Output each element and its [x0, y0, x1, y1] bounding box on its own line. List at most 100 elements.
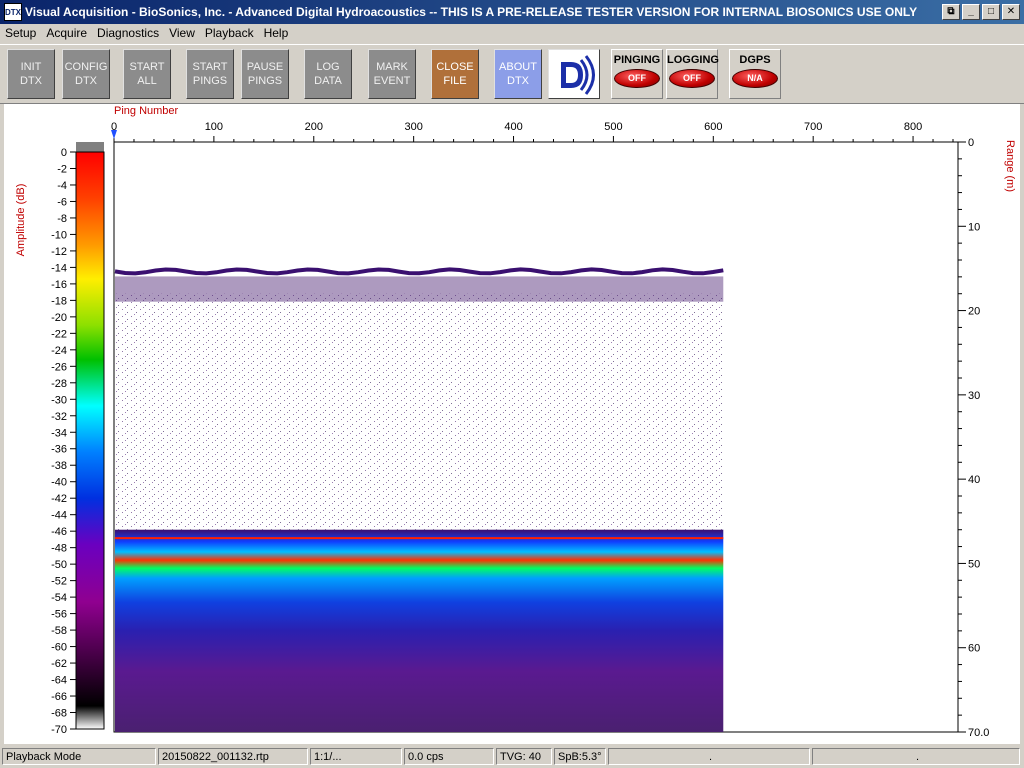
logging-indicator: OFF — [669, 69, 715, 88]
colorbar-tick-label: -68 — [51, 708, 67, 720]
echogram-panel[interactable]: Amplitude (dB) 0 -2 -4 -6 -8 -10 -12 -14 -16 -18 -… — [4, 104, 1020, 744]
colorbar-tick-label: -60 — [51, 642, 67, 654]
status-extra-2: . — [812, 748, 1020, 765]
colorbar-cap — [76, 142, 104, 152]
biosonics-logo-icon — [561, 55, 595, 95]
init-dtx-button[interactable]: INIT DTX — [7, 49, 55, 99]
colorbar-tick-label: -64 — [51, 675, 67, 687]
colorbar-tick-label: -10 — [51, 229, 67, 241]
colorbar-tick-label: -4 — [57, 180, 67, 192]
logging-label: LOGGING — [667, 54, 719, 66]
x-tick-label: 200 — [305, 121, 323, 133]
status-spb: SpB:5.3° — [554, 748, 606, 765]
colorbar-tick-label: 0 — [61, 147, 67, 159]
y-tick-label: 50 — [968, 558, 980, 570]
menu-view[interactable]: View — [164, 26, 200, 40]
colorbar-label: Amplitude (dB) — [15, 184, 27, 257]
colorbar: Amplitude (dB) 0 -2 -4 -6 -8 -10 -12 -14 -16 -18 -… — [15, 142, 105, 736]
y-tick-label: 60 — [968, 643, 980, 655]
echogram-plot[interactable] — [113, 141, 959, 733]
colorbar-tick-label: -56 — [51, 609, 67, 621]
logging-status: LOGGING OFF — [666, 49, 719, 99]
x-tick-label: 600 — [704, 121, 722, 133]
echogram-chart[interactable]: Amplitude (dB) 0 -2 -4 -6 -8 -10 -12 -14 -16 -18 -… — [4, 104, 1020, 744]
x-tick-label: 100 — [205, 121, 223, 133]
restore-icon[interactable]: ⧉ — [942, 4, 960, 20]
about-dtx-button[interactable]: ABOUT DTX — [494, 49, 542, 99]
colorbar-tick-label: -48 — [51, 543, 67, 555]
y-tick-label: 20 — [968, 306, 980, 318]
colorbar-tick-label: -20 — [51, 312, 67, 324]
colorbar-tick-label: -8 — [57, 213, 67, 225]
bottom-layer-echo — [115, 529, 724, 732]
colorbar-tick-label: -30 — [51, 394, 67, 406]
pinging-indicator: OFF — [614, 69, 660, 88]
status-bar: Playback Mode 20150822_001132.rtp 1:1/..… — [0, 746, 1024, 768]
colorbar-scale — [75, 151, 105, 730]
dgps-label: DGPS — [739, 54, 771, 66]
colorbar-tick-label: -36 — [51, 444, 67, 456]
status-file-position: 1:1/... — [310, 748, 402, 765]
close-window-button[interactable]: ✕ — [1002, 4, 1020, 20]
colorbar-tick-label: -54 — [51, 592, 67, 604]
biosonics-logo-button[interactable] — [548, 49, 600, 99]
colorbar-tick-label: -32 — [51, 411, 67, 423]
colorbar-tick-label: -38 — [51, 460, 67, 472]
x-tick-label: 300 — [404, 121, 422, 133]
ping-cursor-icon[interactable] — [111, 130, 117, 139]
app-icon: DTX — [4, 3, 22, 21]
y-tick-label: 70.0 — [968, 727, 989, 739]
menu-acquire[interactable]: Acquire — [41, 26, 92, 40]
start-all-button[interactable]: START ALL — [123, 49, 171, 99]
colorbar-tick-label: -6 — [57, 196, 67, 208]
colorbar-tick-label: -40 — [51, 477, 67, 489]
colorbar-tick-label: -16 — [51, 279, 67, 291]
dgps-status: DGPS N/A — [729, 49, 781, 99]
maximize-button[interactable]: □ — [982, 4, 1000, 20]
colorbar-tick-label: -34 — [51, 427, 67, 439]
colorbar-tick-label: -12 — [51, 246, 67, 258]
status-cps: 0.0 cps — [404, 748, 494, 765]
y-tick-label: 10 — [968, 221, 980, 233]
colorbar-tick-label: -58 — [51, 625, 67, 637]
status-extra-1: . — [608, 748, 810, 765]
menu-playback[interactable]: Playback — [200, 26, 259, 40]
menu-setup[interactable]: Setup — [0, 26, 41, 40]
window-controls: ⧉ _ □ ✕ — [942, 4, 1020, 20]
colorbar-tick-label: -66 — [51, 691, 67, 703]
colorbar-tick-label: -22 — [51, 328, 67, 340]
menu-help[interactable]: Help — [259, 26, 294, 40]
surface-layer-band — [115, 276, 724, 302]
pinging-label: PINGING — [613, 54, 661, 66]
menu-bar: Setup Acquire Diagnostics View Playback … — [0, 24, 1024, 42]
x-tick-label: 800 — [904, 121, 922, 133]
colorbar-tick-label: -44 — [51, 510, 67, 522]
water-column-scatter — [115, 293, 724, 530]
menu-diagnostics[interactable]: Diagnostics — [92, 26, 164, 40]
colorbar-tick-label: -26 — [51, 361, 67, 373]
colorbar-tick-label: -42 — [51, 493, 67, 505]
colorbar-tick-label: -50 — [51, 559, 67, 571]
config-dtx-button[interactable]: CONFIG DTX — [62, 49, 110, 99]
x-tick-label: 400 — [504, 121, 522, 133]
x-tick-label: 500 — [604, 121, 622, 133]
colorbar-tick-label: -14 — [51, 262, 67, 274]
close-file-button[interactable]: CLOSE FILE — [431, 49, 479, 99]
dgps-indicator: N/A — [732, 69, 778, 88]
start-pings-button[interactable]: START PINGS — [186, 49, 234, 99]
log-data-button[interactable]: LOG DATA — [304, 49, 352, 99]
status-filename: 20150822_001132.rtp — [158, 748, 308, 765]
colorbar-tick-label: -24 — [51, 345, 67, 357]
minimize-button[interactable]: _ — [962, 4, 980, 20]
colorbar-tick-label: -70 — [51, 724, 67, 736]
colorbar-tick-label: -2 — [57, 163, 67, 175]
status-tvg: TVG: 40 — [496, 748, 552, 765]
mark-event-button[interactable]: MARK EVENT — [368, 49, 416, 99]
status-mode: Playback Mode — [2, 748, 156, 765]
colorbar-tick-label: -28 — [51, 378, 67, 390]
y-tick-label: 40 — [968, 474, 980, 486]
title-bar: DTX Visual Acquisition - BioSonics, Inc.… — [0, 0, 1024, 24]
colorbar-tick-label: -46 — [51, 526, 67, 538]
pause-pings-button[interactable]: PAUSE PINGS — [241, 49, 289, 99]
colorbar-tick-label: -52 — [51, 576, 67, 588]
